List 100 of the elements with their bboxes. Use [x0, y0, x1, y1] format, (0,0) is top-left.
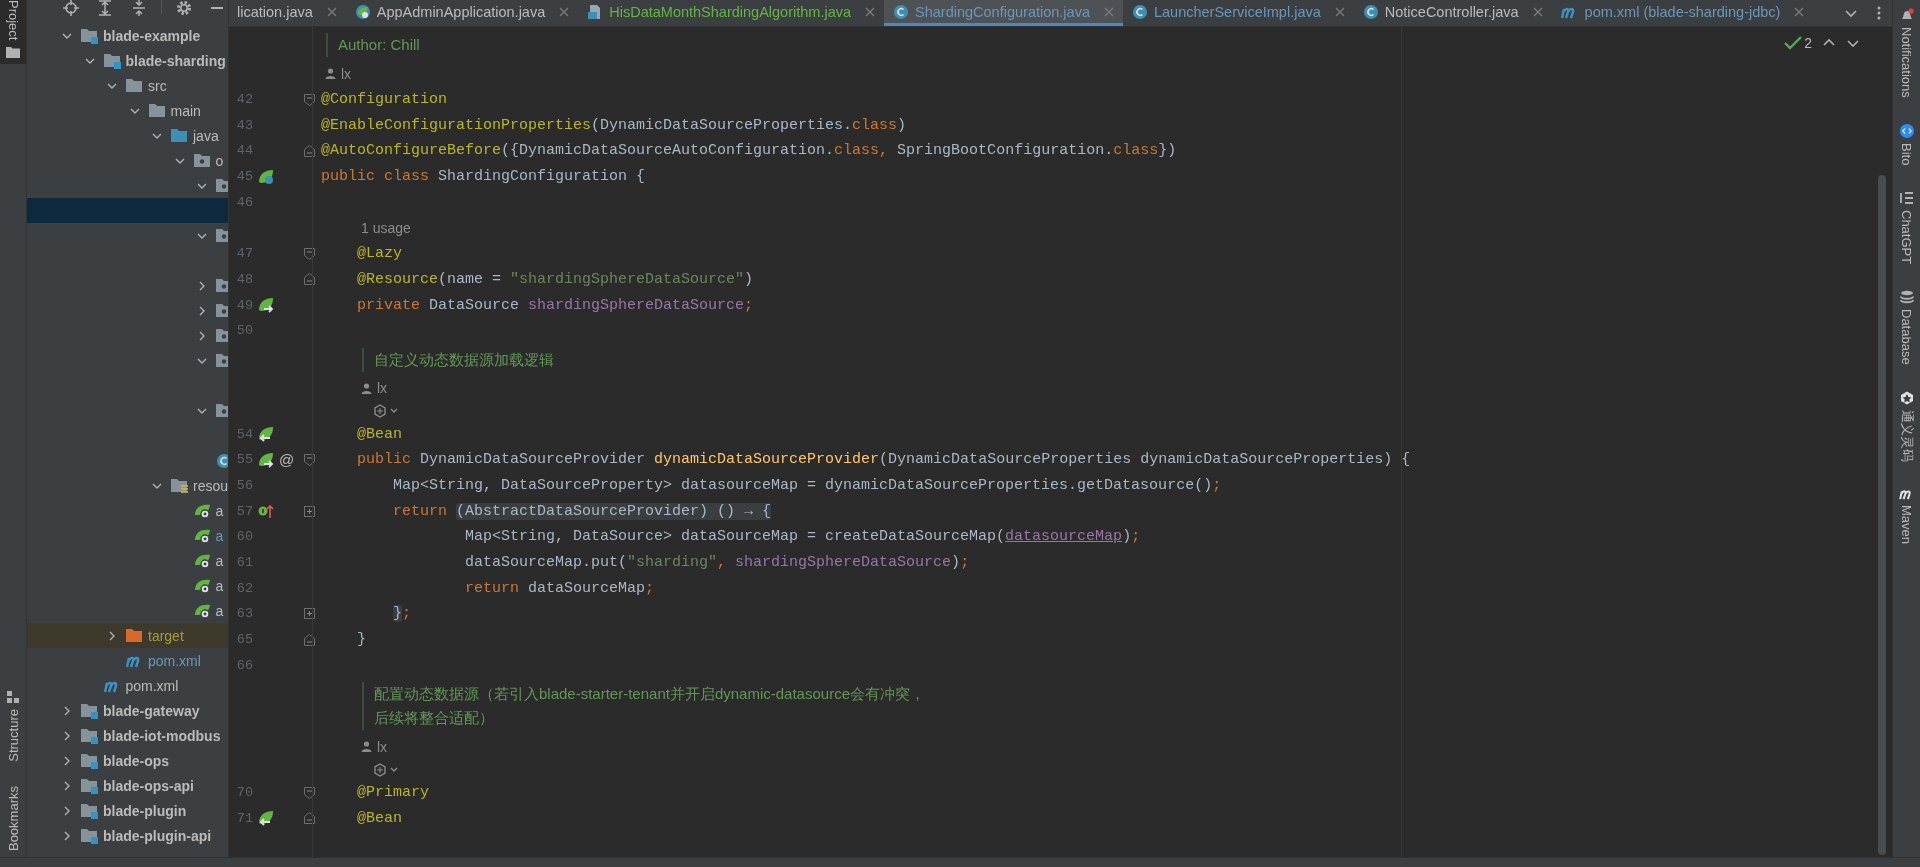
fold-toggle[interactable]	[303, 273, 315, 286]
tool-window-button[interactable]: Structure	[0, 687, 26, 768]
tree-item[interactable]: java	[27, 123, 228, 148]
folder-icon	[171, 127, 189, 144]
close-icon[interactable]	[865, 6, 876, 17]
fold-toggle[interactable]	[303, 93, 315, 106]
inlay-hint[interactable]: 1 usage	[361, 219, 411, 236]
tree-item[interactable]: pom.xml	[27, 648, 228, 673]
code-line: return (AbstractDataSourceProvider) () → {	[393, 502, 772, 520]
fold-toggle[interactable]	[303, 812, 315, 825]
tree-item[interactable]: blade-ops-api	[27, 773, 228, 798]
tool-window-button[interactable]: 通义灵码	[1897, 391, 1916, 463]
tree-item[interactable]: a	[27, 548, 228, 573]
scrollbar[interactable]	[1878, 175, 1886, 855]
module-folder-icon	[81, 802, 99, 819]
fold-toggle[interactable]	[303, 453, 315, 466]
line-number: 71	[235, 810, 253, 826]
tool-window-button[interactable]: Notifications	[1899, 8, 1914, 98]
tree-item[interactable]: a	[27, 523, 228, 548]
tree-item[interactable]: main	[27, 98, 228, 123]
code-line: @Primary	[357, 784, 429, 802]
folder-icon	[126, 627, 144, 644]
editor-tab[interactable]: LauncherServiceImpl.java	[1122, 0, 1354, 26]
close-icon[interactable]	[326, 6, 337, 17]
code-line: Map<String, DataSource> dataSourceMap = createDataSourceMap(datasourceMap);	[465, 528, 1141, 546]
expand-all-icon[interactable]	[97, 0, 113, 16]
tree-item[interactable]: o	[27, 148, 228, 173]
close-icon[interactable]	[559, 6, 570, 17]
leaf-arrow-icon[interactable]	[258, 451, 274, 468]
tree-item[interactable]: a	[27, 498, 228, 523]
line-number: 47	[235, 246, 253, 262]
tree-item[interactable]: a	[27, 598, 228, 623]
code-line: public DynamicDataSourceProvider dynamicDataSourceProvider(DynamicDataSourceProperties dynamicDataSourceProperties) {	[357, 451, 1411, 469]
fold-toggle[interactable]	[303, 633, 315, 646]
fold-toggle[interactable]	[303, 786, 315, 799]
leaf-badge-icon[interactable]	[258, 168, 274, 185]
class-icon	[1362, 3, 1379, 20]
doc-comment-text: Author: Chill	[338, 35, 420, 55]
tool-window-button[interactable]: ChatGPT	[1899, 191, 1914, 265]
check-icon[interactable]	[1784, 35, 1803, 51]
tree-item[interactable]: blade-example	[27, 23, 228, 48]
close-icon[interactable]	[1794, 6, 1805, 17]
tree-item[interactable]: blade-iot-modbus	[27, 723, 228, 748]
tree-item[interactable]: resou	[27, 473, 228, 498]
code-line: Map<String, DataSourceProperty> datasourceMap = dynamicDataSourceProperties.getDatasource();	[393, 476, 1222, 494]
editor-tab[interactable]: HisDataMonthShardingAlgorithm.java	[578, 0, 885, 26]
close-icon[interactable]	[1532, 6, 1543, 17]
fold-toggle[interactable]	[303, 247, 315, 260]
line-number: 57	[235, 503, 253, 519]
leaf-arrow-icon[interactable]	[258, 810, 274, 827]
gutter-marker[interactable]: @	[279, 451, 295, 469]
tree-item[interactable]: a	[27, 573, 228, 598]
problem-count: 2	[1804, 35, 1812, 51]
tool-window-button[interactable]: Maven	[1898, 488, 1915, 545]
class-icon	[216, 452, 228, 469]
tree-item[interactable]: target	[27, 623, 228, 648]
leaf-arrow-icon[interactable]	[258, 426, 274, 443]
tool-window-button[interactable]: Bookmarks	[0, 781, 26, 857]
class-icon	[1131, 3, 1148, 20]
line-number: 45	[235, 169, 253, 185]
leaf-arrow-icon[interactable]	[258, 297, 274, 314]
implements-up-arrow-icon[interactable]	[258, 503, 274, 520]
tree-item[interactable]: src	[27, 73, 228, 98]
tree-item[interactable]: blade-ops	[27, 748, 228, 773]
tool-window-button[interactable]: Bito	[1899, 123, 1914, 166]
inlay-hint[interactable]: lx	[377, 380, 388, 397]
more-options-icon[interactable]	[1876, 5, 1882, 21]
tool-window-button[interactable]: Project	[0, 0, 26, 65]
person-icon	[361, 382, 372, 394]
tree-item[interactable]: pom.xml	[27, 673, 228, 698]
class-icon	[893, 3, 910, 20]
editor-tab[interactable]: pom.xml (blade-sharding-jdbc)	[1551, 0, 1814, 26]
settings-file-icon	[193, 502, 212, 519]
tree-item[interactable]: blade-sharding	[27, 48, 228, 73]
code-line: @Resource(name = "shardingSphereDataSource")	[357, 270, 754, 288]
code-line: private DataSource shardingSphereDataSource;	[357, 296, 754, 314]
tree-item[interactable]: blade-plugin	[27, 798, 228, 823]
inlay-hint[interactable]: lx	[341, 65, 352, 82]
line-number: 43	[235, 117, 253, 133]
editor-tab[interactable]: lication.java	[229, 0, 346, 26]
code-line: return dataSourceMap;	[465, 579, 655, 597]
expand-fold-toggle[interactable]	[303, 505, 315, 517]
line-number: 62	[235, 580, 253, 596]
close-icon[interactable]	[1334, 6, 1345, 17]
inlay-hint[interactable]: lx	[377, 738, 388, 755]
editor-tab[interactable]: AppAdminApplication.java	[345, 0, 579, 26]
line-number: 49	[235, 297, 253, 313]
fold-toggle[interactable]	[303, 144, 315, 157]
folder-icon	[6, 46, 20, 59]
tool-window-button[interactable]: Database	[1899, 290, 1914, 366]
code-line: @Bean	[357, 809, 402, 827]
tree-item[interactable]: blade-plugin-api	[27, 823, 228, 848]
collapse-all-icon[interactable]	[131, 0, 147, 16]
code-line: @Lazy	[357, 245, 402, 263]
editor-tab[interactable]: NoticeController.java	[1353, 0, 1552, 26]
settings-icon[interactable]	[176, 0, 192, 16]
line-number: 55	[235, 452, 253, 468]
tree-item[interactable]: blade-gateway	[27, 698, 228, 723]
crosshair-icon[interactable]	[63, 0, 79, 16]
expand-fold-toggle[interactable]	[303, 608, 315, 620]
